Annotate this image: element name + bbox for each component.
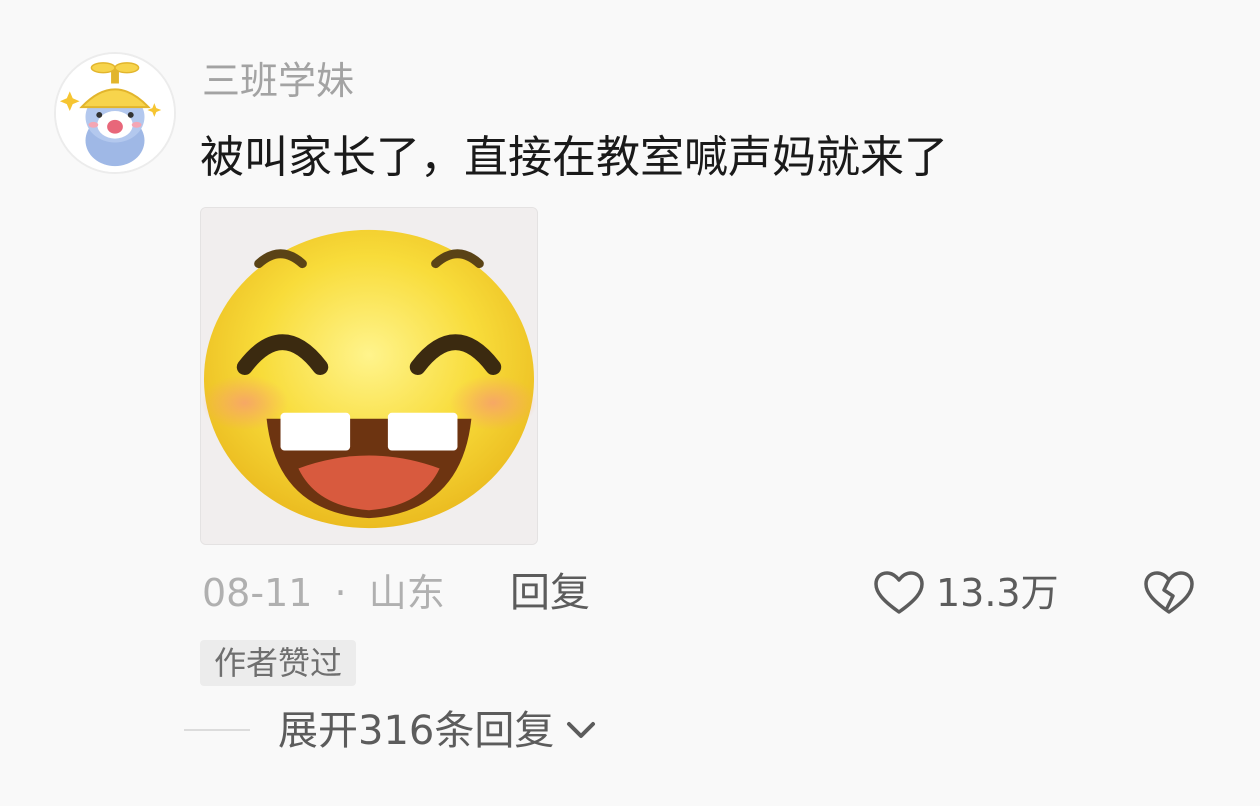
avatar-illustration xyxy=(56,54,174,172)
comment-location: 山东 xyxy=(368,571,445,615)
like-count: 13.3万 xyxy=(936,571,1059,615)
user-avatar[interactable] xyxy=(54,52,176,174)
heart-icon[interactable] xyxy=(872,568,926,618)
expand-replies-button[interactable]: 展开316条回复 xyxy=(278,704,598,758)
broken-heart-icon[interactable] xyxy=(1142,568,1196,618)
author-liked-badge: 作者赞过 xyxy=(200,640,357,686)
chevron-down-icon xyxy=(567,722,596,738)
username[interactable]: 三班学妹 xyxy=(202,58,354,104)
comment-meta: 08-11 · 山东 xyxy=(202,568,445,618)
comment-date: 08-11 xyxy=(202,571,313,615)
expand-replies-label: 展开316条回复 xyxy=(278,708,555,754)
reply-button[interactable]: 回复 xyxy=(510,568,590,618)
meta-separator: · xyxy=(334,571,347,615)
grinning-face-icon xyxy=(201,208,537,544)
comment-text: 被叫家长了，直接在教室喊声妈就来了 xyxy=(200,132,948,183)
replies-divider xyxy=(184,729,250,731)
grinning-emoji-sticker[interactable] xyxy=(200,207,538,545)
